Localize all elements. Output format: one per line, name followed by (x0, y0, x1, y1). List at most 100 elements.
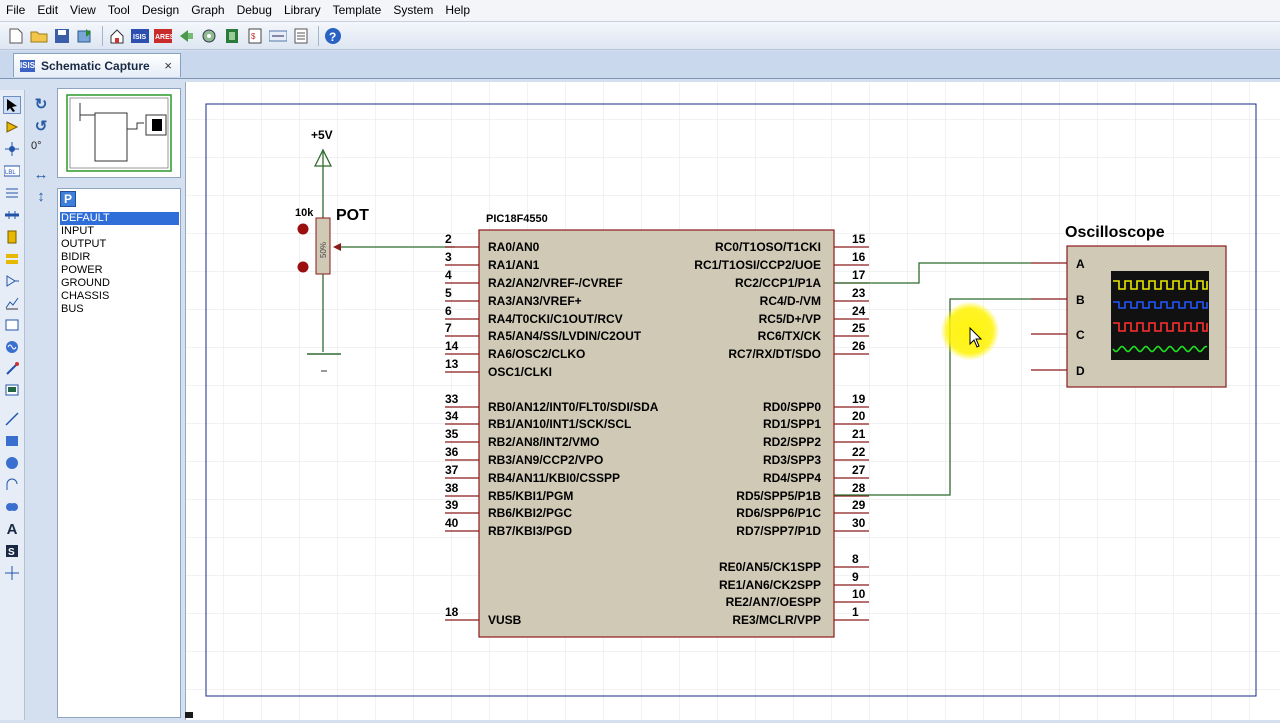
pin-label: RC2/CCP1/P1A (735, 276, 821, 290)
tape-icon[interactable] (3, 316, 21, 334)
menu-edit[interactable]: Edit (31, 0, 64, 21)
bus-icon[interactable] (3, 206, 21, 224)
pin-number: 13 (445, 357, 459, 371)
terminal-ground[interactable]: GROUND (60, 277, 179, 290)
pin-label: RA1/AN1 (488, 258, 540, 272)
new-file-icon[interactable] (6, 26, 26, 46)
help-icon[interactable]: ? (323, 26, 343, 46)
pin-label: RA5/AN4/SS/LVDIN/C2OUT (488, 329, 642, 343)
schematic-canvas[interactable]: +5V 10k POT 50% PIC18F4550 2 RA0/AN0 3 RA1/… (185, 82, 1280, 720)
pic-microcontroller[interactable]: PIC18F4550 2 RA0/AN0 3 RA1/AN1 4 RA2/AN2/VREF… (445, 213, 869, 638)
terminals-icon[interactable] (3, 250, 21, 268)
menu-template[interactable]: Template (327, 0, 388, 21)
menu-file[interactable]: File (0, 0, 31, 21)
terminal-bus[interactable]: BUS (60, 303, 179, 316)
pin-number: 23 (852, 286, 866, 300)
overview-window[interactable] (57, 88, 181, 178)
pin-label: RD2/SPP2 (763, 435, 821, 449)
netlist-icon[interactable] (268, 26, 288, 46)
rotation-angle[interactable]: 0° (31, 140, 42, 152)
pin-number: 16 (852, 250, 866, 264)
wire-label-icon[interactable]: LBL (3, 162, 21, 180)
overview-thumbnail (66, 94, 172, 172)
generator-icon[interactable] (3, 338, 21, 356)
tab-schematic-capture[interactable]: ISIS Schematic Capture × (13, 53, 181, 77)
box-icon[interactable] (3, 432, 21, 450)
pin-label: RC1/T1OSI/CCP2/UOE (694, 258, 821, 272)
rotate-clockwise-icon[interactable]: ↻ (31, 94, 51, 114)
pin-label: RA4/T0CKI/C1OUT/RCV (488, 312, 623, 326)
pot-increment-icon[interactable] (297, 223, 309, 235)
pin-number: 40 (445, 516, 459, 530)
open-folder-icon[interactable] (29, 26, 49, 46)
mirror-vertical-icon[interactable]: ↕ (31, 186, 51, 206)
pin-label: RE2/AN7/OESPP (726, 595, 821, 609)
notes-icon[interactable] (291, 26, 311, 46)
path-icon[interactable] (3, 498, 21, 516)
pot-decrement-icon[interactable] (297, 261, 309, 273)
pot-name: POT (336, 207, 369, 224)
line-icon[interactable] (3, 410, 21, 428)
import-icon[interactable] (75, 26, 95, 46)
terminal-power[interactable]: POWER (60, 264, 179, 277)
component-mode-icon[interactable] (3, 118, 21, 136)
back-icon[interactable] (176, 26, 196, 46)
pin-number: 3 (445, 250, 452, 264)
pin-label: RC7/RX/DT/SDO (728, 347, 821, 361)
pin-number: 10 (852, 587, 866, 601)
pick-devices-button[interactable]: P (60, 191, 76, 207)
home-icon[interactable] (107, 26, 127, 46)
pin-label: RA3/AN3/VREF+ (488, 294, 582, 308)
menu-debug[interactable]: Debug (231, 0, 278, 21)
terminal-bidir[interactable]: BIDIR (60, 251, 179, 264)
menu-system[interactable]: System (387, 0, 439, 21)
menu-view[interactable]: View (64, 0, 102, 21)
subcircuit-icon[interactable] (3, 228, 21, 246)
rotate-anticlockwise-icon[interactable]: ↺ (31, 116, 51, 136)
instrument-icon[interactable] (3, 382, 21, 400)
menu-tool[interactable]: Tool (102, 0, 136, 21)
pin-icon[interactable] (3, 272, 21, 290)
svg-text:ARES: ARES (155, 34, 172, 41)
text-icon[interactable]: A (3, 520, 21, 538)
component-icon[interactable] (222, 26, 242, 46)
pin-number: 27 (852, 463, 866, 477)
pin-number: 2 (445, 232, 452, 246)
rotation-panel: ↻ ↺ 0° ↔ ↕ (27, 90, 55, 220)
text-script-icon[interactable] (3, 184, 21, 202)
symbol-icon[interactable]: S (3, 542, 21, 560)
terminal-output[interactable]: OUTPUT (60, 238, 179, 251)
menu-graph[interactable]: Graph (185, 0, 230, 21)
mode-toolbar: LBL A S (0, 90, 25, 720)
circle-icon[interactable] (3, 454, 21, 472)
selection-mode-icon[interactable] (3, 96, 21, 114)
graph-icon[interactable] (3, 294, 21, 312)
pin-number: 18 (445, 605, 459, 619)
pin-number: 25 (852, 321, 866, 335)
pin-label: OSC1/CLKI (488, 365, 552, 379)
isis-icon[interactable]: ISIS (130, 26, 150, 46)
pin-label: RD3/SPP3 (763, 453, 821, 467)
menu-help[interactable]: Help (439, 0, 476, 21)
close-icon[interactable]: × (164, 58, 172, 73)
pin-number: 28 (852, 481, 866, 495)
pin-label: RB5/KBI1/PGM (488, 489, 573, 503)
save-icon[interactable] (52, 26, 72, 46)
mirror-horizontal-icon[interactable]: ↔ (31, 164, 51, 184)
terminal-chassis[interactable]: CHASSIS (60, 290, 179, 303)
probe-icon[interactable] (3, 360, 21, 378)
ares-icon[interactable]: ARES (153, 26, 173, 46)
svg-text:ISIS: ISIS (133, 34, 147, 41)
terminal-default[interactable]: DEFAULT (60, 212, 179, 225)
menu-library[interactable]: Library (278, 0, 327, 21)
bom-icon[interactable]: $ (245, 26, 265, 46)
gallery-icon[interactable] (199, 26, 219, 46)
pin-label: RB0/AN12/INT0/FLT0/SDI/SDA (488, 400, 659, 414)
pin-label: RD0/SPP0 (763, 400, 821, 414)
menu-design[interactable]: Design (136, 0, 185, 21)
pin-number: 17 (852, 268, 866, 282)
junction-mode-icon[interactable] (3, 140, 21, 158)
terminal-input[interactable]: INPUT (60, 225, 179, 238)
arc-icon[interactable] (3, 476, 21, 494)
marker-icon[interactable] (3, 564, 21, 582)
